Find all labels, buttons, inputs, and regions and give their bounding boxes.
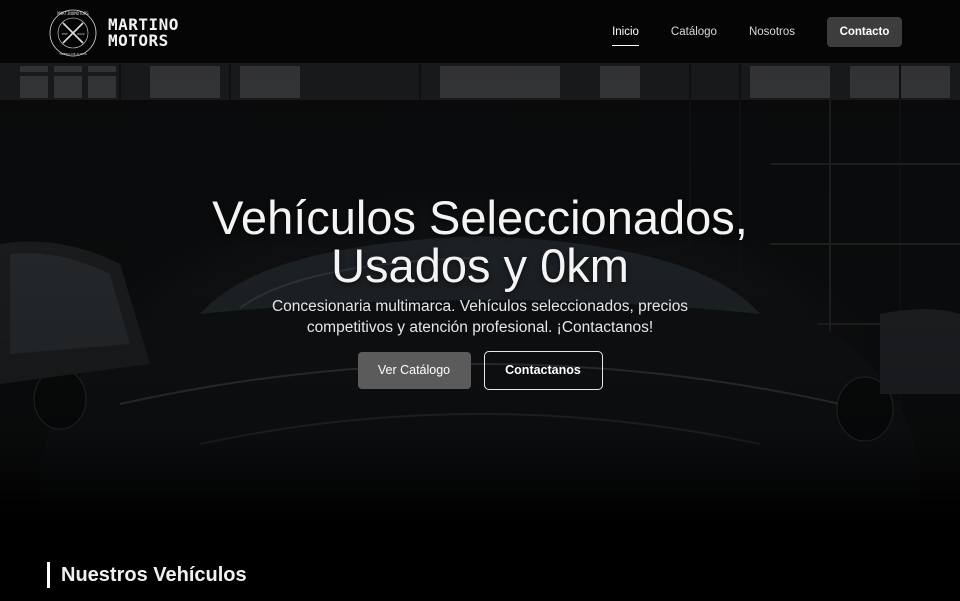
hero-title-line1: Vehículos Seleccionados, xyxy=(212,191,748,244)
view-catalog-button[interactable]: Ver Catálogo xyxy=(357,352,471,389)
hero-buttons: Ver Catálogo Contactanos xyxy=(0,351,960,390)
nav-link-nosotros[interactable]: Nosotros xyxy=(749,17,795,47)
hero-section: Vehículos Seleccionados, Usados y 0km Co… xyxy=(0,64,960,524)
nav-link-catalogo[interactable]: Catálogo xyxy=(671,17,717,47)
brand-logo[interactable]: MARTINOMOTORS TIENDA DE AUTOS EST 2022 M… xyxy=(46,8,179,58)
brand-name-line2: MOTORS xyxy=(108,31,169,50)
navbar: MARTINOMOTORS TIENDA DE AUTOS EST 2022 M… xyxy=(0,0,960,64)
svg-text:TIENDA DE AUTOS: TIENDA DE AUTOS xyxy=(58,52,87,56)
brand-name: MARTINO MOTORS xyxy=(108,17,179,49)
section-title-vehicles: Nuestros Vehículos xyxy=(47,562,247,588)
hero-subtitle: Concesionaria multimarca. Vehículos sele… xyxy=(271,298,689,336)
svg-text:2022: 2022 xyxy=(77,32,85,36)
hero-title-line2: Usados y 0km xyxy=(331,239,629,292)
brand-emblem-icon: MARTINOMOTORS TIENDA DE AUTOS EST 2022 xyxy=(49,9,97,57)
nav-link-inicio[interactable]: Inicio xyxy=(612,17,639,47)
nav-contact-button[interactable]: Contacto xyxy=(827,17,902,47)
main-nav: Inicio Catálogo Nosotros Contacto xyxy=(612,17,902,47)
hero-title: Vehículos Seleccionados, Usados y 0km xyxy=(0,194,960,290)
svg-text:EST: EST xyxy=(62,32,68,36)
hero-content: Vehículos Seleccionados, Usados y 0km Co… xyxy=(0,194,960,390)
svg-text:MARTINOMOTORS: MARTINOMOTORS xyxy=(57,11,89,16)
contact-us-button[interactable]: Contactanos xyxy=(483,351,603,390)
